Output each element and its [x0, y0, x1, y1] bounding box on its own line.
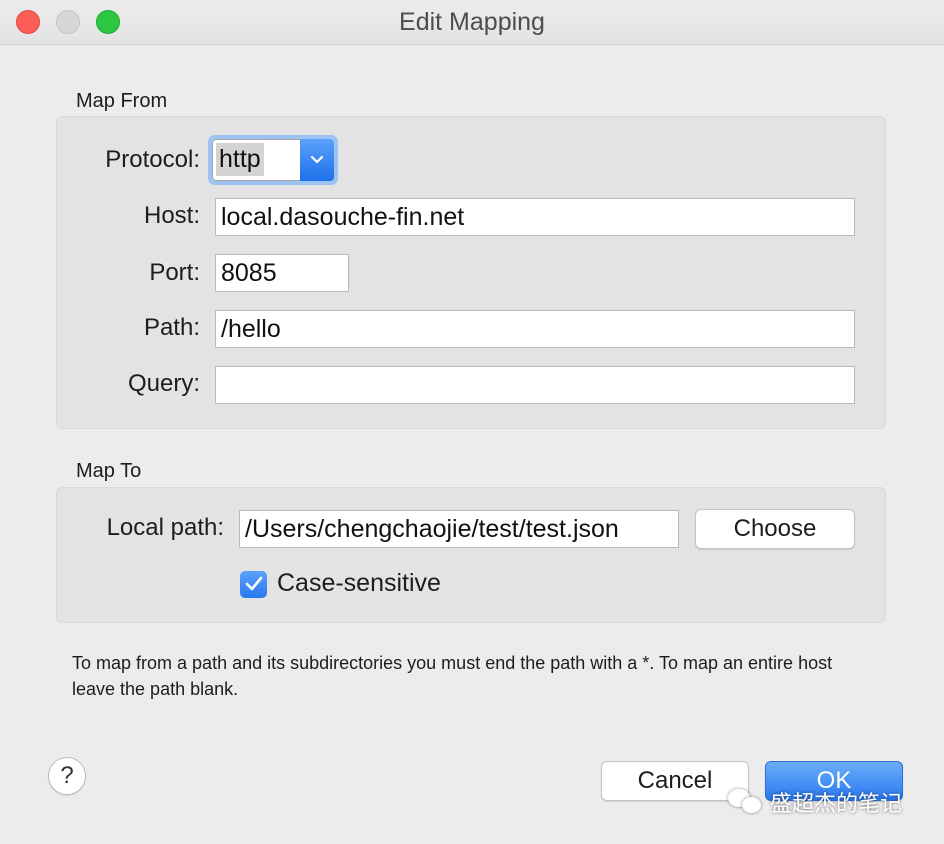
protocol-popup-body: http — [212, 139, 334, 181]
port-input[interactable]: 8085 — [215, 254, 349, 292]
local-path-label: Local path: — [106, 514, 224, 541]
map-to-section-label: Map To — [76, 460, 142, 482]
wechat-icon — [728, 789, 762, 815]
cancel-button[interactable]: Cancel — [601, 761, 749, 801]
choose-button[interactable]: Choose — [695, 509, 855, 549]
chevron-down-icon[interactable] — [300, 139, 334, 181]
local-path-input[interactable]: /Users/chengchaojie/test/test.json — [239, 510, 679, 548]
path-label: Path: — [143, 314, 200, 341]
query-label: Query: — [127, 370, 200, 397]
case-sensitive-checkbox[interactable] — [240, 571, 267, 598]
host-input[interactable]: local.dasouche-fin.net — [215, 198, 855, 236]
title-bar: Edit Mapping — [0, 0, 944, 45]
protocol-label: Protocol: — [105, 146, 200, 173]
protocol-value: http — [216, 143, 264, 176]
host-label: Host: — [143, 202, 200, 229]
case-sensitive-label[interactable]: Case-sensitive — [277, 569, 441, 598]
checkmark-icon — [245, 576, 262, 591]
mapping-hint-text: To map from a path and its subdirectorie… — [72, 653, 833, 699]
protocol-popup[interactable]: http — [208, 135, 338, 185]
map-to-group — [56, 487, 886, 623]
window-title: Edit Mapping — [399, 8, 545, 36]
map-from-section-label: Map From — [76, 90, 168, 112]
help-button[interactable]: ? — [48, 757, 86, 795]
query-input[interactable] — [215, 366, 855, 404]
port-label: Port: — [149, 259, 200, 286]
watermark-text: 盛超杰的笔记 — [770, 791, 903, 816]
path-input[interactable]: /hello — [215, 310, 855, 348]
watermark: 盛超杰的笔记 — [728, 786, 902, 818]
